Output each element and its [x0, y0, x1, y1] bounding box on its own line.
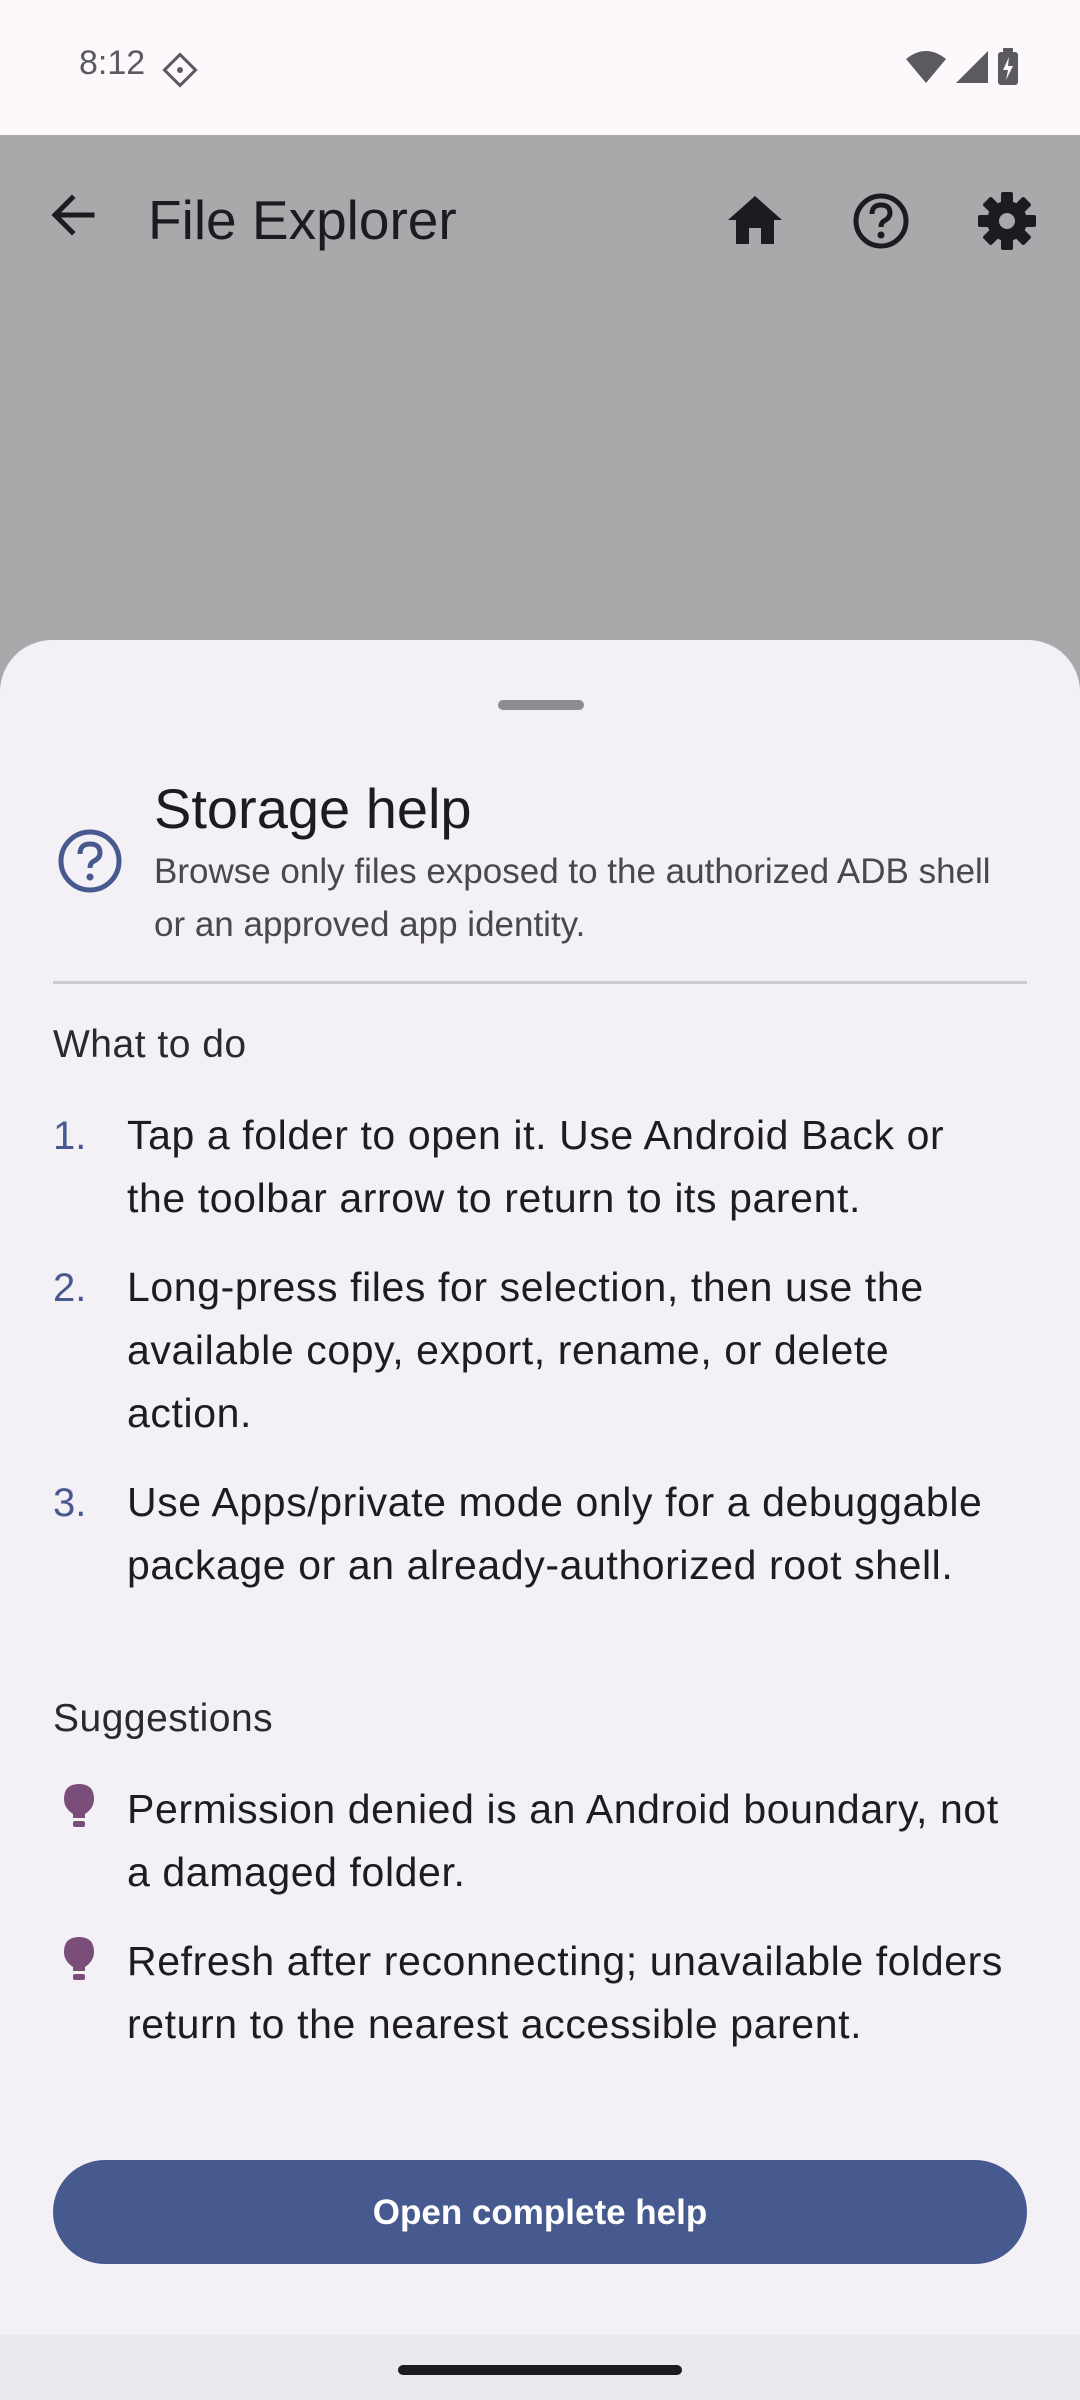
- app-title: File Explorer: [148, 189, 457, 251]
- signal-icon: [954, 49, 990, 90]
- status-bar: 8:12: [0, 0, 1080, 135]
- section-heading-suggestions: Suggestions: [53, 1697, 274, 1740]
- sheet-subtitle: Browse only files exposed to the authori…: [154, 852, 991, 944]
- diamond-badge-icon: [160, 50, 200, 90]
- battery-charging-icon: [996, 48, 1020, 91]
- divider: [53, 981, 1027, 984]
- sheet-title: Storage help: [154, 777, 472, 840]
- open-complete-help-button[interactable]: Open complete help: [53, 2160, 1027, 2264]
- suggestion-text: Permission denied is an Android boundary…: [127, 1786, 999, 1895]
- lightbulb-icon: [58, 1782, 100, 1830]
- lightbulb-icon: [58, 1935, 100, 1983]
- settings-icon[interactable]: [974, 188, 1040, 254]
- wifi-icon: [904, 49, 948, 90]
- home-icon[interactable]: [722, 188, 788, 254]
- help-circle-icon: [55, 826, 125, 896]
- help-icon[interactable]: [848, 188, 914, 254]
- step-number: 2.: [53, 1266, 87, 1310]
- section-heading-what-to-do: What to do: [53, 1023, 247, 1066]
- status-icons: [904, 48, 1020, 91]
- step-number: 3.: [53, 1481, 87, 1525]
- step-text: Use Apps/private mode only for a debugga…: [127, 1479, 983, 1588]
- step-text: Tap a folder to open it. Use Android Bac…: [127, 1112, 945, 1221]
- drag-handle[interactable]: [498, 700, 584, 710]
- back-arrow-icon[interactable]: [44, 185, 104, 245]
- status-time: 8:12: [79, 44, 146, 82]
- step-text: Long-press files for selection, then use…: [127, 1264, 924, 1436]
- step-number: 1.: [53, 1114, 87, 1158]
- home-indicator[interactable]: [398, 2365, 682, 2375]
- suggestion-text: Refresh after reconnecting; unavailable …: [127, 1938, 1004, 2047]
